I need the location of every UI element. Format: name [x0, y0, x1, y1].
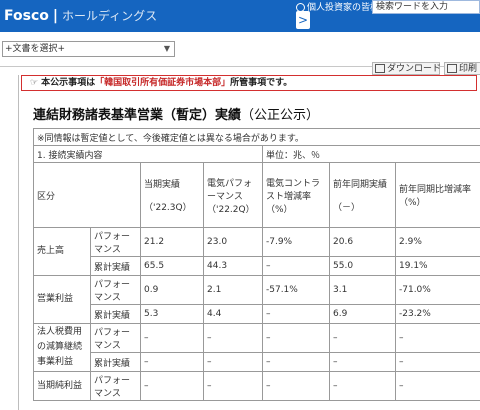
cell-yoy: –	[329, 323, 396, 353]
table-row: 当期純利益 パフォーマンス – – – – –	[33, 371, 480, 401]
cell-current: –	[140, 371, 204, 401]
print-button[interactable]: 印刷	[444, 62, 480, 75]
cell-previous: –	[203, 323, 263, 353]
top-navigation-bar: Fosco|ホールディングス 個人投資家の皆様 お問い合わせ > 検索ワードを入…	[0, 0, 480, 32]
cell-previous: –	[203, 371, 263, 401]
cell-yoy-change: –	[394, 352, 480, 372]
cell-current: –	[140, 323, 204, 353]
row-group-label: 売上高	[33, 227, 91, 276]
cell-previous: 44.3	[203, 256, 263, 276]
cell-yoy: 6.9	[329, 304, 396, 324]
header-category: 区分	[33, 162, 141, 228]
table-row: 法人税費用の減算継続事業利益 パフォーマンス – – – – –	[33, 323, 480, 372]
section-heading: 1. 接続実績内容	[33, 145, 263, 163]
table-row: 営業利益 パフォーマンス 0.9 2.1 -57.1% 3.1 -71.0%	[33, 275, 480, 324]
header-previous: 電気パフォーマンス （'22.2Q）	[203, 162, 263, 228]
earnings-table: ※同情報は暫定値として、今後確定値とは異なる場合があります。 1. 接続実績内容…	[32, 128, 480, 401]
row-group-label: 法人税費用の減算継続事業利益	[33, 323, 91, 372]
header-previous-change: 電気コントラスト増減率 （%）	[262, 162, 330, 228]
header-yoy: 前年同期実績 （－）	[329, 162, 396, 228]
cell-current: 21.2	[140, 227, 204, 257]
cell-yoy-change: 19.1%	[394, 256, 480, 276]
cell-yoy: 55.0	[329, 256, 396, 276]
cell-previous: 4.4	[203, 304, 263, 324]
chevron-right-icon[interactable]: >	[296, 11, 310, 29]
unit-label: 単位：兆、％	[261, 145, 480, 163]
row-sub-label: 累計実績	[90, 352, 141, 372]
table-row: 累計実績 5.3 4.4 – 6.9 -23.2%	[34, 304, 480, 324]
row-sub-label: パフォーマンス	[90, 323, 141, 353]
cell-previous-change: –	[262, 304, 330, 324]
report-title: 連結財務諸表基準営業（暫定）実績（公正公示）	[33, 108, 320, 123]
cell-previous-change: –	[262, 352, 330, 372]
cell-yoy: 20.6	[329, 227, 396, 257]
row-sub-label: パフォーマンス	[90, 371, 141, 401]
jurisdiction-notice: ☞ 本公示事項は「韓国取引所有価証券市場本部」所管事項です。	[21, 75, 477, 91]
download-icon	[375, 64, 385, 73]
table-row: 売上高 パフォーマンス 21.2 23.0 -7.9% 20.6 2.9%	[33, 227, 480, 276]
cell-previous: 23.0	[203, 227, 263, 257]
cell-current: 0.9	[140, 275, 204, 305]
table-row: 累計実績 – – – – –	[34, 352, 480, 372]
table-row: 累計実績 65.5 44.3 – 55.0 19.1%	[34, 256, 480, 276]
disclosure-document-frame: ☞ 本公示事項は「韓国取引所有価証券市場本部」所管事項です。 連結財務諸表基準営業…	[18, 75, 480, 410]
cell-yoy: 3.1	[329, 275, 396, 305]
cell-yoy-change: -71.0%	[394, 275, 480, 305]
cell-yoy-change: –	[394, 371, 480, 401]
header-yoy-change: 前年同期比増減率（%）	[394, 162, 480, 228]
cell-current: 5.3	[140, 304, 204, 324]
cell-yoy-change: –	[394, 323, 480, 353]
cell-previous-change: -7.9%	[262, 227, 330, 257]
chevron-down-icon: ▼	[163, 44, 170, 53]
brand-logo[interactable]: Fosco | ホールディングス	[0, 0, 174, 32]
cell-current: –	[140, 352, 204, 372]
cell-previous: 2.1	[203, 275, 263, 305]
cell-current: 65.5	[140, 256, 204, 276]
provisional-note: ※同情報は暫定値として、今後確定値とは異なる場合があります。	[32, 128, 480, 146]
printer-icon	[447, 64, 457, 73]
row-sub-label: 累計実績	[90, 304, 141, 324]
row-group-label: 当期純利益	[33, 371, 91, 401]
row-sub-label: 累計実績	[90, 256, 141, 276]
row-group-label: 営業利益	[33, 275, 91, 324]
cell-yoy: –	[329, 371, 396, 401]
header-current: 当期実績 （'22.3Q）	[140, 162, 204, 228]
cell-previous-change: –	[262, 256, 330, 276]
cell-previous-change: -57.1%	[262, 275, 330, 305]
header-search-input[interactable]: 検索ワードを入力	[372, 0, 480, 14]
download-button[interactable]: ダウンロード	[372, 62, 441, 75]
cell-yoy-change: 2.9%	[394, 227, 480, 257]
row-sub-label: パフォーマンス	[90, 227, 141, 257]
document-select[interactable]: +文書を選択+ ▼	[2, 41, 175, 57]
pointing-hand-icon: ☞	[30, 78, 39, 88]
cell-previous-change: –	[262, 323, 330, 353]
row-sub-label: パフォーマンス	[90, 275, 141, 305]
cell-yoy-change: -23.2%	[394, 304, 480, 324]
cell-previous-change: –	[262, 371, 330, 401]
cell-yoy: –	[329, 352, 396, 372]
cell-previous: –	[203, 352, 263, 372]
